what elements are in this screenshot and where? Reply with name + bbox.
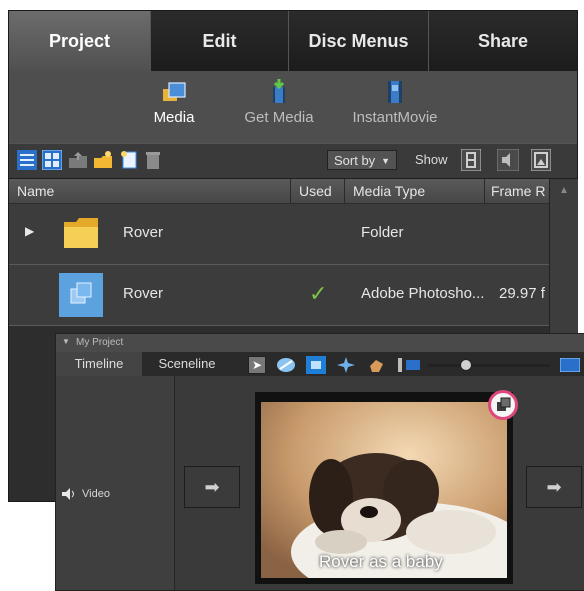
chevron-down-icon: ▼	[381, 156, 390, 166]
new-folder-icon[interactable]	[93, 150, 113, 170]
smartfix-icon[interactable]	[336, 356, 356, 374]
collapse-icon[interactable]: ▼	[62, 337, 70, 346]
media-button[interactable]: Media	[139, 79, 209, 131]
speaker-icon[interactable]	[62, 488, 76, 500]
media-icon	[163, 82, 186, 101]
project-file-icon	[59, 273, 103, 317]
column-header-frame-rate[interactable]: Frame R	[485, 179, 549, 203]
previous-scene-button[interactable]: ➡	[184, 466, 240, 508]
instant-movie-button[interactable]: InstantMovie	[345, 79, 445, 131]
transition-arrow-icon: ➡	[546, 476, 562, 497]
row-frame-rate: 29.97 f	[499, 285, 545, 302]
get-media-button[interactable]: Get Media	[237, 79, 321, 131]
tab-disc-menus[interactable]: Disc Menus	[289, 11, 429, 71]
zoom-in-icon[interactable]	[560, 358, 580, 372]
expand-arrow-icon[interactable]: ▶	[25, 224, 34, 238]
tab-timeline[interactable]: Timeline	[56, 352, 142, 376]
row-name: Rover	[123, 285, 164, 302]
show-audio-icon[interactable]	[497, 149, 519, 171]
tab-edit[interactable]: Edit	[151, 11, 289, 71]
track-header: Video	[56, 376, 175, 590]
sort-by-dropdown[interactable]: Sort by ▼	[327, 150, 397, 170]
razor-tool-icon[interactable]	[276, 356, 296, 374]
scroll-up-icon[interactable]: ▲	[556, 185, 572, 199]
row-media-type: Folder	[361, 224, 404, 241]
used-check-icon: ✓	[309, 281, 328, 306]
show-video-icon[interactable]	[461, 149, 481, 171]
get-media-label: Get Media	[244, 109, 314, 126]
video-track-label: Video	[82, 488, 110, 500]
instant-movie-label: InstantMovie	[352, 109, 438, 126]
tab-sceneline[interactable]: Sceneline	[142, 352, 232, 376]
scene-thumbnail[interactable]: Rover as a baby	[255, 392, 513, 584]
transition-arrow-icon: ➡	[204, 476, 220, 497]
column-header-name[interactable]: Name	[9, 179, 291, 203]
instant-movie-icon	[388, 81, 402, 103]
trash-icon[interactable]	[143, 150, 163, 170]
marker-tool-icon[interactable]	[306, 356, 326, 374]
table-row[interactable]: Rover ✓ Adobe Photosho... 29.97 f	[9, 265, 549, 326]
get-media-icon	[273, 79, 285, 103]
zoom-slider-thumb[interactable]	[460, 359, 472, 371]
tab-project[interactable]: Project	[9, 11, 151, 71]
grid-view-icon[interactable]	[42, 150, 62, 170]
row-name: Rover	[123, 224, 164, 241]
selection-tool-icon[interactable]: ➤	[248, 356, 266, 374]
new-item-icon[interactable]	[119, 150, 139, 170]
stacked-media-icon	[497, 397, 511, 411]
project-title-bar: ▼ My Project	[56, 334, 584, 353]
tab-share[interactable]: Share	[429, 11, 577, 71]
media-toolbar: Sort by ▼ Show	[9, 143, 577, 179]
folder-icon	[64, 218, 98, 248]
next-scene-button[interactable]: ➡	[526, 466, 582, 508]
sort-by-label: Sort by	[334, 153, 376, 168]
column-header-used[interactable]: Used	[291, 179, 345, 203]
show-image-icon[interactable]	[531, 149, 551, 171]
zoom-out-icon[interactable]	[398, 358, 420, 372]
column-header-media-type[interactable]: Media Type	[345, 179, 485, 203]
table-row[interactable]: ▶ Rover Folder	[9, 204, 549, 265]
row-media-type: Adobe Photosho...	[361, 285, 485, 302]
zoom-slider-track[interactable]	[428, 364, 550, 367]
media-label: Media	[153, 109, 195, 126]
project-title: My Project	[76, 337, 124, 348]
folder-up-icon[interactable]	[68, 150, 88, 170]
my-project-panel: ▼ My Project Timeline Sceneline ➤ Video …	[55, 333, 584, 591]
highlight-ring	[488, 390, 518, 420]
list-view-icon[interactable]	[17, 150, 37, 170]
show-label: Show	[415, 152, 448, 167]
scene-caption: Rover as a baby	[319, 552, 443, 571]
hand-tool-icon[interactable]	[366, 356, 386, 374]
